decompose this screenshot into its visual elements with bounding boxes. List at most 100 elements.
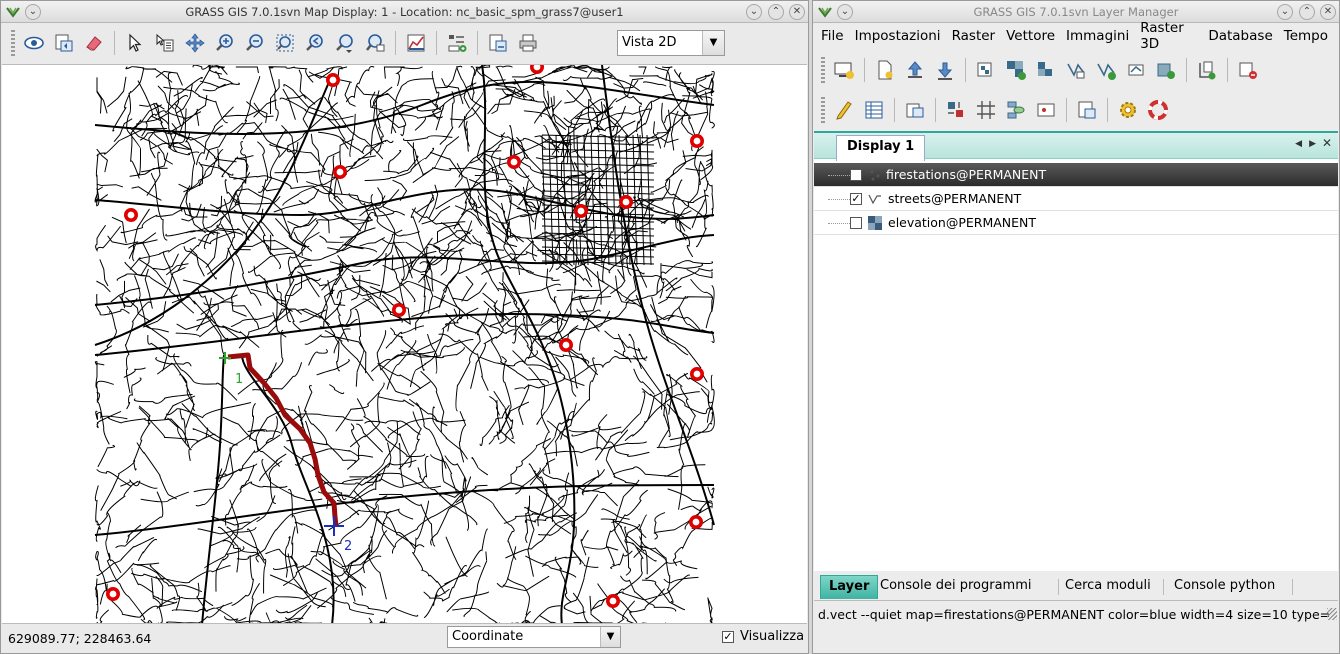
query-button[interactable] xyxy=(151,29,179,57)
map-swipe-button[interactable] xyxy=(1073,96,1101,124)
display-tab-strip: Display 1 ◀ ▶ ✕ xyxy=(814,131,1338,161)
zoom-out-button[interactable] xyxy=(241,29,269,57)
print-button[interactable] xyxy=(514,29,542,57)
add-group-icon xyxy=(1157,63,1175,79)
cmd-console-button[interactable] xyxy=(901,96,929,124)
tab-layer[interactable]: Layer xyxy=(820,575,879,599)
zoom-in-button[interactable] xyxy=(211,29,239,57)
zoom-options-button[interactable] xyxy=(331,29,359,57)
download-icon xyxy=(937,62,953,80)
menu-database[interactable]: Database xyxy=(1208,28,1272,44)
layer-visibility-checkbox[interactable]: ✓ xyxy=(850,169,862,181)
grid-icon xyxy=(977,101,995,119)
toolbar-grip[interactable] xyxy=(821,57,825,83)
tab-console[interactable]: Console dei programmi xyxy=(880,575,1032,599)
close-button[interactable]: ✕ xyxy=(1320,4,1336,20)
map-display-titlebar[interactable]: ⌄ GRASS GIS 7.0.1svn Map Display: 1 - Lo… xyxy=(1,1,808,23)
add-multiple-raster-button[interactable] xyxy=(1002,56,1030,84)
layer-row-streets[interactable]: ✓ streets@PERMANENT xyxy=(814,187,1338,211)
edit-vector-button[interactable] xyxy=(830,96,858,124)
save-workspace-button[interactable] xyxy=(931,56,959,84)
add-overlay-button[interactable] xyxy=(443,29,471,57)
menu-imagery[interactable]: Immagini xyxy=(1066,28,1129,44)
firestation-point xyxy=(530,65,544,74)
zoom-back-icon xyxy=(306,34,323,51)
render-label: Visualizza xyxy=(740,629,805,644)
layer-manager-titlebar[interactable]: ⌄ GRASS GIS 7.0.1svn Layer Manager ⌄ ⌃ ✕ xyxy=(813,1,1339,23)
table-icon xyxy=(865,101,883,119)
firestation-point xyxy=(106,586,121,601)
add-raster-misc-button[interactable] xyxy=(1032,56,1060,84)
layer-manager-title: GRASS GIS 7.0.1svn Layer Manager xyxy=(973,5,1179,19)
settings-button[interactable] xyxy=(1114,96,1142,124)
resize-grip[interactable] xyxy=(1327,608,1337,620)
pan-button[interactable] xyxy=(181,29,209,57)
erase-display-button[interactable] xyxy=(80,29,108,57)
display-map-button[interactable] xyxy=(20,29,48,57)
firestation-point xyxy=(689,366,704,381)
tab-display-1[interactable]: Display 1 xyxy=(836,135,926,161)
pointer-button[interactable] xyxy=(121,29,149,57)
tab-scroll-right-icon[interactable]: ▶ xyxy=(1309,139,1316,149)
layer-tree: ✓ firestations@PERMANENT ✓ streets@PERMA… xyxy=(814,163,1338,571)
zoom-region-button[interactable] xyxy=(361,29,389,57)
menu-vector[interactable]: Vettore xyxy=(1006,28,1055,44)
menu-raster[interactable]: Raster xyxy=(952,28,996,44)
toolbar-grip[interactable] xyxy=(11,30,15,56)
map-swipe-icon xyxy=(1078,101,1096,119)
firestation-point xyxy=(124,208,139,223)
save-image-icon xyxy=(489,34,507,52)
modeler-icon xyxy=(1007,101,1025,119)
command-text: d.vect --quiet map=firestations@PERMANEN… xyxy=(818,607,1331,622)
analyze-button[interactable] xyxy=(402,29,430,57)
layer-manager-window: ⌄ GRASS GIS 7.0.1svn Layer Manager ⌄ ⌃ ✕… xyxy=(812,0,1340,654)
map-canvas[interactable]: 1 2 xyxy=(2,64,807,624)
minimize-button[interactable]: ⌄ xyxy=(1277,4,1293,20)
help-button[interactable] xyxy=(1144,96,1172,124)
new-workspace-button[interactable] xyxy=(871,56,899,84)
menu-raster3d[interactable]: Raster 3D xyxy=(1140,20,1197,52)
tab-search-modules[interactable]: Cerca moduli xyxy=(1065,575,1151,599)
zoom-back-button[interactable] xyxy=(301,29,329,57)
toolbar-grip[interactable] xyxy=(821,97,825,123)
statusbar-mode-select[interactable]: Coordinate ▼ xyxy=(447,626,621,648)
raster-icon xyxy=(868,216,882,230)
georectify-button[interactable] xyxy=(942,96,970,124)
menu-settings[interactable]: Impostazioni xyxy=(855,28,941,44)
maximize-button[interactable]: ⌃ xyxy=(1299,4,1315,20)
view-mode-select[interactable]: Vista 2D ▼ xyxy=(617,30,725,56)
render-checkbox[interactable]: ✓ xyxy=(722,631,734,643)
render-map-button[interactable] xyxy=(50,29,78,57)
zoom-extent-button[interactable] xyxy=(271,29,299,57)
map-composer-icon xyxy=(1037,103,1055,117)
add-group-button[interactable] xyxy=(1152,56,1180,84)
layer-row-firestations[interactable]: ✓ firestations@PERMANENT xyxy=(814,163,1338,187)
add-raster-button[interactable] xyxy=(972,56,1000,84)
close-button[interactable]: ✕ xyxy=(789,4,805,20)
layer-row-elevation[interactable]: elevation@PERMANENT xyxy=(814,211,1338,235)
add-vector-button[interactable] xyxy=(1062,56,1090,84)
tab-scroll-left-icon[interactable]: ◀ xyxy=(1295,139,1302,149)
minimize-button[interactable]: ⌄ xyxy=(746,4,762,20)
grid-button[interactable] xyxy=(972,96,1000,124)
composer-button[interactable] xyxy=(1032,96,1060,124)
maximize-button[interactable]: ⌃ xyxy=(768,4,784,20)
tab-close-icon[interactable]: ✕ xyxy=(1322,136,1332,150)
eye-icon xyxy=(24,36,44,50)
tab-python-console[interactable]: Console python xyxy=(1174,575,1275,599)
menu-file[interactable]: File xyxy=(821,28,844,44)
layer-visibility-checkbox[interactable] xyxy=(850,217,862,229)
vector-point-icon xyxy=(870,170,880,181)
save-display-button[interactable] xyxy=(484,29,512,57)
menu-temporal[interactable]: Tempo xyxy=(1284,28,1328,44)
attribute-table-button[interactable] xyxy=(860,96,888,124)
modeler-button[interactable] xyxy=(1002,96,1030,124)
add-overlay-layer-button[interactable] xyxy=(1193,56,1221,84)
open-workspace-button[interactable] xyxy=(901,56,929,84)
layer-visibility-checkbox[interactable]: ✓ xyxy=(850,193,862,205)
add-vector-misc-button[interactable] xyxy=(1122,56,1150,84)
remove-layer-button[interactable] xyxy=(1234,56,1262,84)
add-multiple-vector-button[interactable] xyxy=(1092,56,1120,84)
chevron-down-icon: ▼ xyxy=(702,31,724,55)
new-display-button[interactable] xyxy=(830,56,858,84)
